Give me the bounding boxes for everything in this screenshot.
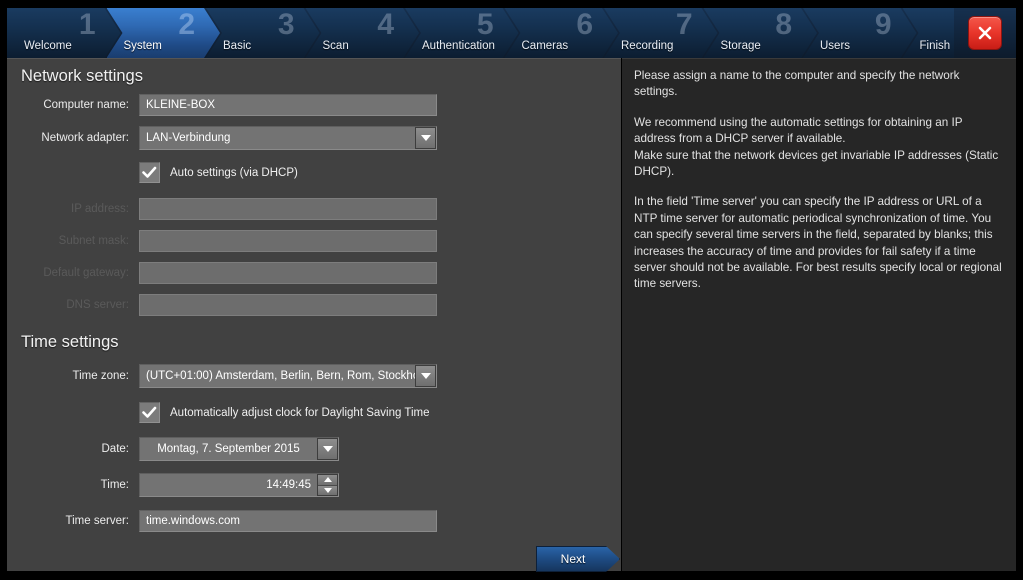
step-label: Storage xyxy=(720,40,761,52)
time-spinner[interactable] xyxy=(317,474,338,496)
wizard-step-bar: 1 Welcome 2 System 3 Basic 4 Scan 5 Auth… xyxy=(7,8,1016,58)
step-label: Authentication xyxy=(422,40,495,52)
dst-checkbox-row: Automatically adjust clock for Daylight … xyxy=(7,402,621,423)
date-picker[interactable]: Montag, 7. September 2015 xyxy=(139,437,339,461)
time-zone-value: (UTC+01:00) Amsterdam, Berlin, Bern, Rom… xyxy=(146,370,415,382)
close-button-cell xyxy=(954,8,1016,58)
chevron-down-icon xyxy=(420,373,431,379)
ip-address-label: IP address: xyxy=(71,203,129,215)
wizard-step-7[interactable]: 7 Recording xyxy=(604,8,718,58)
help-paragraph-1: Please assign a name to the computer and… xyxy=(634,69,960,99)
dns-server-row: DNS server: xyxy=(7,294,621,316)
wizard-step-8[interactable]: 8 Storage xyxy=(704,8,818,58)
help-paragraph-2: We recommend using the automatic setting… xyxy=(634,115,999,179)
chevron-down-icon xyxy=(322,446,333,452)
step-label: Welcome xyxy=(24,40,72,52)
step-label: Cameras xyxy=(521,40,569,52)
time-spinner-down[interactable] xyxy=(318,484,337,495)
step-number: 5 xyxy=(476,8,493,41)
wizard-step-3[interactable]: 3 Basic xyxy=(206,8,320,58)
step-label: Users xyxy=(820,40,851,52)
chevron-down-icon xyxy=(420,135,431,141)
help-paragraph-3: In the field 'Time server' you can speci… xyxy=(634,195,1002,291)
ip-address-input xyxy=(139,198,437,220)
time-server-row: Time server: time.windows.com xyxy=(7,510,621,532)
computer-name-label: Computer name: xyxy=(43,99,129,111)
default-gateway-row: Default gateway: xyxy=(7,262,621,284)
network-settings-title: Network settings xyxy=(21,67,143,85)
network-adapter-value: LAN-Verbindung xyxy=(146,132,231,144)
time-zone-row: Time zone: (UTC+01:00) Amsterdam, Berlin… xyxy=(7,364,621,388)
step-label: Recording xyxy=(621,40,674,52)
time-server-label: Time server: xyxy=(65,515,129,527)
default-gateway-label: Default gateway: xyxy=(43,267,129,279)
network-adapter-dropdown-button[interactable] xyxy=(415,127,436,149)
step-number: 2 xyxy=(178,8,194,41)
dst-checkbox-label: Automatically adjust clock for Daylight … xyxy=(170,406,430,419)
check-icon xyxy=(142,406,157,418)
check-icon xyxy=(142,166,157,178)
dhcp-checkbox[interactable] xyxy=(139,162,160,183)
wizard-step-5[interactable]: 5 Authentication xyxy=(405,8,519,58)
wizard-step-4[interactable]: 4 Scan xyxy=(306,8,420,58)
step-label: Scan xyxy=(322,40,349,52)
time-server-input[interactable]: time.windows.com xyxy=(139,510,437,532)
time-zone-label: Time zone: xyxy=(72,370,129,382)
step-number: 7 xyxy=(675,8,692,41)
step-number: 6 xyxy=(576,8,592,41)
time-spinner-up[interactable] xyxy=(318,475,337,485)
network-adapter-row: Network adapter: LAN-Verbindung xyxy=(7,126,621,150)
time-row: Time: 14:49:45 xyxy=(7,473,621,497)
subnet-mask-input xyxy=(139,230,437,252)
time-zone-dropdown-button[interactable] xyxy=(415,365,436,387)
chevron-up-icon xyxy=(323,477,332,483)
wizard-step-1[interactable]: 1 Welcome xyxy=(7,8,121,58)
chevron-down-icon xyxy=(323,487,332,493)
date-dropdown-button[interactable] xyxy=(317,438,338,460)
step-number: 8 xyxy=(775,8,791,41)
dns-server-input xyxy=(139,294,437,316)
wizard-step-9[interactable]: 9 Users xyxy=(803,8,917,58)
date-value: Montag, 7. September 2015 xyxy=(157,443,300,455)
close-icon xyxy=(978,26,992,40)
step-number: 4 xyxy=(377,8,393,41)
computer-name-row: Computer name: KLEINE-BOX xyxy=(7,94,621,116)
default-gateway-input xyxy=(139,262,437,284)
wizard-step-6[interactable]: 6 Cameras xyxy=(505,8,619,58)
dst-checkbox[interactable] xyxy=(139,402,160,423)
time-value: 14:49:45 xyxy=(266,479,311,491)
step-label: System xyxy=(123,40,162,52)
time-label: Time: xyxy=(100,479,129,491)
step-number: 3 xyxy=(277,8,294,41)
subnet-mask-row: Subnet mask: xyxy=(7,230,621,252)
next-button[interactable]: Next xyxy=(536,546,620,572)
close-button[interactable] xyxy=(968,16,1002,50)
network-adapter-select[interactable]: LAN-Verbindung xyxy=(139,126,437,150)
wizard-window: 1 Welcome 2 System 3 Basic 4 Scan 5 Auth… xyxy=(0,0,1023,580)
help-panel: Please assign a name to the computer and… xyxy=(622,58,1016,571)
next-button-label: Next xyxy=(560,552,586,566)
network-adapter-label: Network adapter: xyxy=(41,132,129,144)
ip-address-row: IP address: xyxy=(7,198,621,220)
dhcp-checkbox-row: Auto settings (via DHCP) xyxy=(7,162,621,183)
wizard-step-2[interactable]: 2 System xyxy=(107,8,221,58)
date-label: Date: xyxy=(101,443,130,455)
time-settings-title: Time settings xyxy=(21,333,119,351)
settings-panel: Network settings Computer name: KLEINE-B… xyxy=(7,58,621,571)
step-label: Basic xyxy=(223,40,252,52)
dns-server-label: DNS server: xyxy=(66,299,129,311)
dhcp-checkbox-label: Auto settings (via DHCP) xyxy=(170,166,298,179)
computer-name-input[interactable]: KLEINE-BOX xyxy=(139,94,437,116)
subnet-mask-label: Subnet mask: xyxy=(58,235,129,247)
time-stepper[interactable]: 14:49:45 xyxy=(139,473,339,497)
time-zone-select[interactable]: (UTC+01:00) Amsterdam, Berlin, Bern, Rom… xyxy=(139,364,437,388)
step-label: Finish xyxy=(919,40,951,52)
date-row: Date: Montag, 7. September 2015 xyxy=(7,437,621,461)
step-number: 9 xyxy=(874,8,891,41)
step-number: 1 xyxy=(78,8,95,41)
